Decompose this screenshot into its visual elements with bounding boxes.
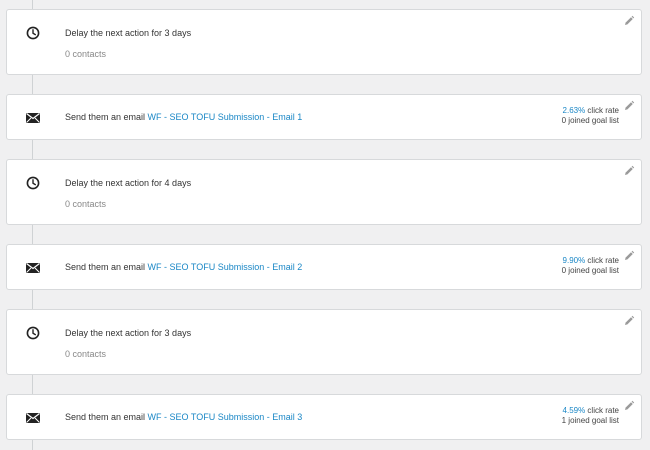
click-rate-value[interactable]: 4.59% (563, 406, 586, 415)
email-stats: 4.59% click rate 1 joined goal list (562, 406, 619, 426)
delay-step-card[interactable]: Delay the next action for 4 days 0 conta… (6, 159, 642, 225)
delay-text: Delay the next action for 3 days (65, 28, 192, 38)
clock-icon (24, 324, 42, 342)
click-rate-label: click rate (585, 406, 619, 415)
click-rate-value[interactable]: 2.63% (563, 106, 586, 115)
email-prefix: Send them an email (65, 112, 148, 122)
email-stats: 9.90% click rate 0 joined goal list (562, 256, 619, 276)
email-prefix: Send them an email (65, 262, 148, 272)
contacts-count: 0 contacts (65, 49, 107, 59)
envelope-icon (24, 409, 42, 427)
email-text: Send them an email WF - SEO TOFU Submiss… (65, 112, 302, 122)
pencil-icon[interactable] (623, 14, 635, 26)
pencil-icon[interactable] (623, 314, 635, 326)
envelope-icon (24, 259, 42, 277)
contacts-count: 0 contacts (65, 349, 107, 359)
click-rate-label: click rate (585, 106, 619, 115)
delay-text: Delay the next action for 3 days (65, 328, 192, 338)
delay-step-card[interactable]: Delay the next action for 3 days 0 conta… (6, 9, 642, 75)
click-rate-label: click rate (585, 256, 619, 265)
goal-count: 0 joined goal list (561, 266, 619, 275)
email-text: Send them an email WF - SEO TOFU Submiss… (65, 412, 302, 422)
goal-count: 1 joined goal list (561, 416, 619, 425)
click-rate-value[interactable]: 9.90% (563, 256, 586, 265)
envelope-icon (24, 109, 42, 127)
clock-icon (24, 24, 42, 42)
email-link[interactable]: WF - SEO TOFU Submission - Email 1 (148, 112, 303, 122)
pencil-icon[interactable] (623, 249, 635, 261)
contacts-count: 0 contacts (65, 199, 107, 209)
email-text: Send them an email WF - SEO TOFU Submiss… (65, 262, 302, 272)
email-link[interactable]: WF - SEO TOFU Submission - Email 2 (148, 262, 303, 272)
pencil-icon[interactable] (623, 399, 635, 411)
email-stats: 2.63% click rate 0 joined goal list (562, 106, 619, 126)
pencil-icon[interactable] (623, 164, 635, 176)
email-step-card[interactable]: Send them an email WF - SEO TOFU Submiss… (6, 394, 642, 440)
email-step-card[interactable]: Send them an email WF - SEO TOFU Submiss… (6, 94, 642, 140)
delay-text: Delay the next action for 4 days (65, 178, 192, 188)
delay-step-card[interactable]: Delay the next action for 3 days 0 conta… (6, 309, 642, 375)
email-prefix: Send them an email (65, 412, 148, 422)
pencil-icon[interactable] (623, 99, 635, 111)
email-link[interactable]: WF - SEO TOFU Submission - Email 3 (148, 412, 303, 422)
email-step-card[interactable]: Send them an email WF - SEO TOFU Submiss… (6, 244, 642, 290)
goal-count: 0 joined goal list (561, 116, 619, 125)
clock-icon (24, 174, 42, 192)
